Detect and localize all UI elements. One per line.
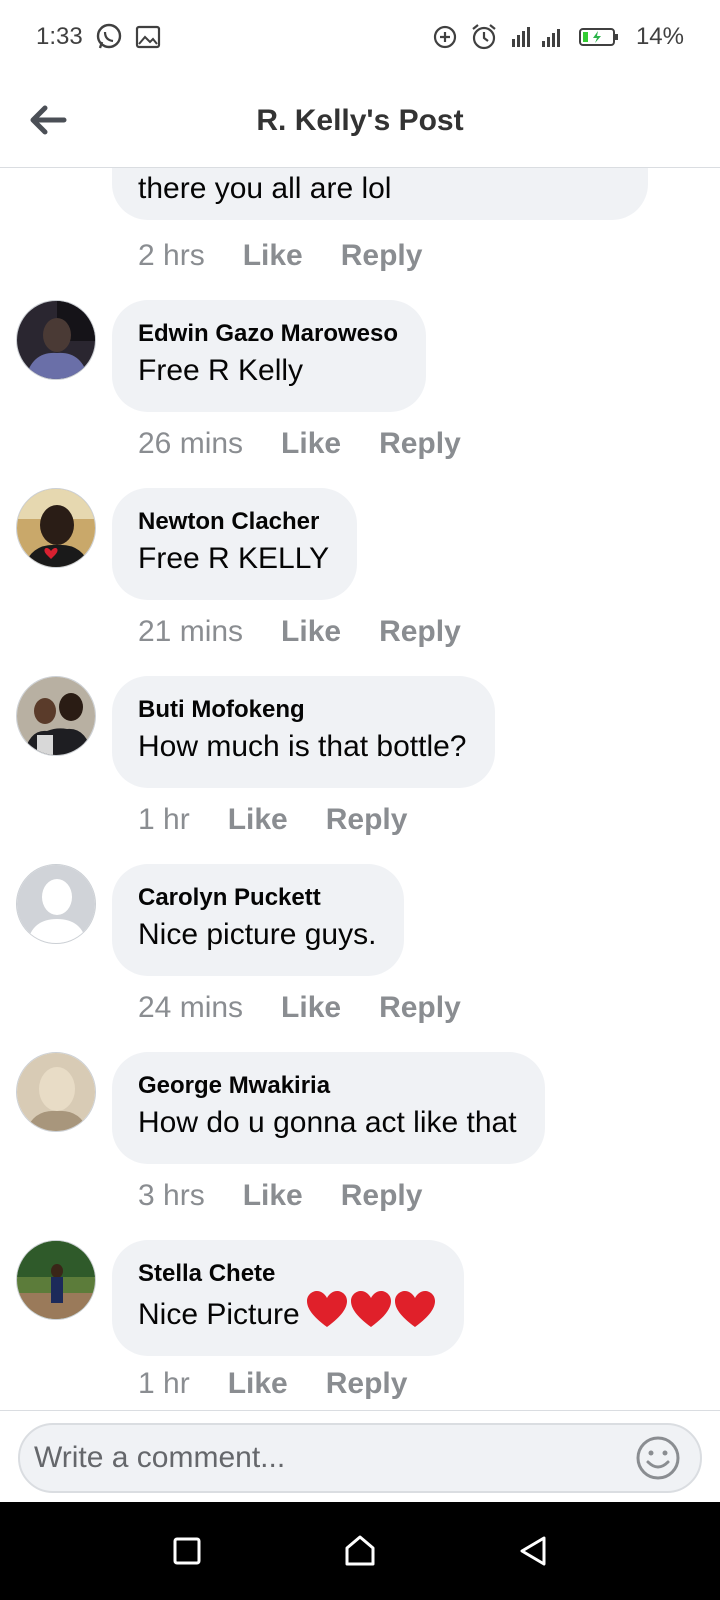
comment-author[interactable]: Stella Chete [138, 1258, 436, 1290]
comment-actions: 3 hrs Like Reply [138, 1176, 422, 1216]
avatar[interactable] [16, 864, 96, 944]
home-button[interactable] [330, 1521, 390, 1581]
comment-text: Nice Picture [138, 1290, 436, 1336]
page-title: R. Kelly's Post [256, 103, 464, 137]
comment-time: 3 hrs [138, 1179, 205, 1212]
recents-button[interactable] [157, 1521, 217, 1581]
comment-time: 1 hr [138, 803, 190, 836]
emoji-button[interactable] [630, 1430, 686, 1486]
comment-text: How much is that bottle? [138, 730, 467, 763]
comment-actions: 26 mins Like Reply [138, 424, 461, 464]
comment-bubble[interactable]: Edwin Gazo Maroweso Free R Kelly [112, 300, 427, 412]
reply-button[interactable]: Reply [341, 236, 423, 276]
back-nav-button[interactable] [503, 1521, 563, 1581]
status-time: 1:33 [36, 23, 83, 50]
comment-bubble[interactable]: Carolyn Puckett Nice picture guys. [112, 864, 405, 976]
comment-time: 1 hr [138, 1367, 190, 1400]
heart-icon [350, 1291, 391, 1327]
comment-bubble[interactable]: there you all are lol [112, 168, 648, 220]
comment-composer [0, 1410, 720, 1502]
comment-bubble[interactable]: Newton Clacher Free R KELLY [112, 488, 358, 600]
gallery-icon [135, 24, 161, 50]
comment-bubble[interactable]: Buti Mofokeng How much is that bottle? [112, 676, 495, 788]
reply-button[interactable]: Reply [326, 800, 408, 840]
smiley-icon [636, 1436, 680, 1480]
square-icon [173, 1537, 201, 1565]
like-button[interactable]: Like [243, 236, 303, 276]
comment-time: 2 hrs [138, 239, 205, 272]
comment-actions: 1 hr Like Reply [138, 800, 407, 840]
data-saver-icon [432, 24, 458, 50]
comment-time: 26 mins [138, 427, 244, 460]
comment-author[interactable]: George Mwakiria [138, 1070, 517, 1102]
comment-author[interactable]: Buti Mofokeng [138, 694, 467, 726]
reply-button[interactable]: Reply [379, 612, 461, 652]
comment-input-box[interactable] [18, 1423, 702, 1493]
comment-actions: 1 hr Like Reply [138, 1364, 407, 1404]
app: 1:33 14% R. Kelly's Post there you all a… [0, 0, 720, 1600]
like-button[interactable]: Like [228, 1364, 288, 1404]
comment-bubble[interactable]: George Mwakiria How do u gonna act like … [112, 1052, 545, 1164]
like-button[interactable]: Like [281, 612, 341, 652]
comment-author[interactable]: Edwin Gazo Maroweso [138, 318, 398, 350]
like-button[interactable]: Like [281, 424, 341, 464]
avatar[interactable] [16, 1052, 96, 1132]
battery-charging-icon [578, 26, 620, 48]
reply-button[interactable]: Reply [379, 424, 461, 464]
like-button[interactable]: Like [228, 800, 288, 840]
like-button[interactable]: Like [243, 1176, 303, 1216]
comment-actions: 21 mins Like Reply [138, 612, 461, 652]
hearts-emoji [306, 1290, 436, 1330]
triangle-back-icon [520, 1536, 546, 1566]
reply-button[interactable]: Reply [326, 1364, 408, 1404]
back-button[interactable] [22, 94, 74, 146]
home-icon [345, 1535, 375, 1566]
comment-actions: 2 hrs Like Reply [138, 236, 422, 276]
comment-text: there you all are lol [138, 172, 392, 205]
comment-time: 24 mins [138, 991, 244, 1024]
arrow-left-icon [30, 105, 67, 135]
like-button[interactable]: Like [281, 988, 341, 1028]
comment-actions: 24 mins Like Reply [138, 988, 461, 1028]
avatar[interactable] [16, 300, 96, 380]
comment-author[interactable]: Carolyn Puckett [138, 882, 376, 914]
comment-author[interactable]: Newton Clacher [138, 506, 329, 538]
comment-text: Free R KELLY [138, 542, 330, 575]
comments-feed[interactable]: there you all are lol 2 hrs Like Reply E… [0, 168, 720, 1410]
whatsapp-icon [95, 23, 123, 51]
comment-text: Nice picture guys. [138, 918, 377, 951]
heart-icon [394, 1291, 435, 1327]
alarm-icon [470, 23, 498, 51]
reply-button[interactable]: Reply [341, 1176, 423, 1216]
comment-text: Free R Kelly [138, 354, 304, 387]
comment-bubble[interactable]: Stella Chete Nice Picture [112, 1240, 464, 1356]
battery-percent: 14% [635, 23, 684, 50]
comment-text: How do u gonna act like that [138, 1106, 517, 1139]
header: R. Kelly's Post [0, 74, 720, 168]
avatar[interactable] [16, 1240, 96, 1320]
heart-icon [306, 1291, 347, 1327]
avatar[interactable] [16, 488, 96, 568]
comment-time: 21 mins [138, 615, 244, 648]
signal-icon [510, 25, 566, 49]
comment-input[interactable] [34, 1441, 630, 1475]
reply-button[interactable]: Reply [379, 988, 461, 1028]
status-bar: 1:33 14% [0, 0, 720, 74]
comment-text-value: Nice Picture [138, 1298, 300, 1331]
system-nav-bar [0, 1502, 720, 1600]
avatar[interactable] [16, 676, 96, 756]
